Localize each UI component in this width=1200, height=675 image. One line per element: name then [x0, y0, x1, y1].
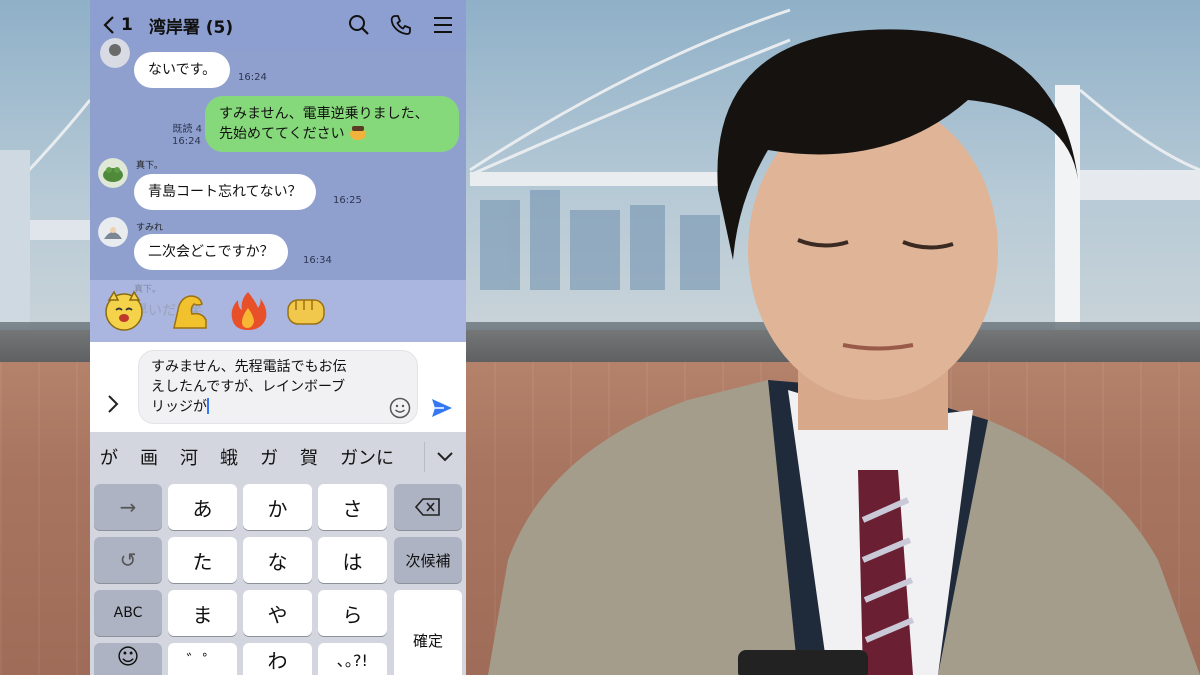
message-input[interactable]: すみません、先程電話でもお伝 えしたんですが、レインボーブ リッジが	[138, 350, 418, 424]
message-time: 16:34	[303, 255, 332, 266]
key-sa[interactable]: さ	[318, 484, 387, 530]
flexing-arm-sticker[interactable]	[168, 288, 212, 332]
fire-sticker[interactable]	[226, 288, 270, 332]
avatar[interactable]	[100, 38, 130, 68]
backspace-icon	[415, 498, 440, 516]
input-text: すみません、先程電話でもお伝 えしたんですが、レインボーブ リッジが	[151, 359, 347, 415]
call-button[interactable]	[390, 14, 412, 36]
message-bubble[interactable]: 青島コート忘れてない？	[134, 174, 316, 210]
undo-key[interactable]: ↺	[94, 537, 162, 583]
message-list[interactable]: ないです。 16:24 すみません、電車逆乗りました、 先始めててください 既読…	[90, 38, 466, 280]
next-candidate-key[interactable]: 次候補	[394, 537, 462, 583]
man-looking-at-phone-image	[488, 29, 1200, 675]
message-line: すみません、電車逆乗りました、	[219, 106, 429, 122]
my-message-bubble[interactable]: すみません、電車逆乗りました、 先始めててください	[205, 96, 459, 152]
emoji-key[interactable]: ☺	[94, 643, 162, 675]
candidate[interactable]: ガ	[260, 444, 278, 470]
abc-key[interactable]: ABC	[94, 590, 162, 636]
phone-screen: 1 湾岸署 (5) ないです。 16:24 すみません、電車逆乗りました、 先始…	[90, 0, 466, 675]
candidate[interactable]: 画	[140, 444, 158, 470]
key-ta[interactable]: た	[168, 537, 237, 583]
search-icon	[349, 15, 369, 35]
key-ra[interactable]: ら	[318, 590, 387, 636]
menu-icon	[434, 17, 452, 33]
message-bubble[interactable]: ないです。	[134, 52, 231, 88]
text-caret	[207, 398, 209, 414]
phone-icon	[390, 15, 411, 35]
chat-header: 1 湾岸署 (5)	[90, 0, 466, 50]
key-ya[interactable]: や	[243, 590, 312, 636]
candidate[interactable]: 賀	[300, 444, 318, 470]
sender-name: すみれ	[136, 223, 164, 233]
dakuten-key[interactable]: ゛゜	[168, 643, 237, 675]
unread-count: 1	[121, 15, 133, 35]
bowing-emoji-icon	[350, 126, 367, 140]
key-na[interactable]: な	[243, 537, 312, 583]
message-line: 先始めててください	[219, 126, 345, 142]
key-ma[interactable]: ま	[168, 590, 237, 636]
fist-sticker[interactable]	[284, 288, 328, 332]
sticker-suggestion-bar: 真下。 早いだろ笑	[90, 280, 466, 342]
confirm-key[interactable]: 確定	[394, 590, 462, 675]
avatar[interactable]	[98, 158, 128, 188]
next-char-key[interactable]: →	[94, 484, 162, 530]
candidate[interactable]: が	[100, 444, 118, 470]
conversion-candidates: が 画 河 蛾 ガ 賀 ガンに	[90, 432, 466, 482]
key-wa[interactable]: わ	[243, 643, 312, 675]
message-time: 16:24	[238, 72, 267, 83]
menu-button[interactable]	[432, 14, 454, 36]
expand-candidates-button[interactable]	[424, 442, 464, 472]
chevron-left-icon	[103, 16, 114, 34]
chat-title: 湾岸署 (5)	[148, 17, 234, 38]
search-button[interactable]	[348, 14, 370, 36]
candidate[interactable]: ガンに	[340, 444, 394, 470]
message-bubble[interactable]: 二次会どこですか？	[134, 234, 288, 270]
key-ka[interactable]: か	[243, 484, 312, 530]
candidate[interactable]: 蛾	[220, 444, 238, 470]
avatar[interactable]	[98, 217, 128, 247]
smiling-cat-sticker[interactable]	[102, 288, 146, 332]
key-a[interactable]: あ	[168, 484, 237, 530]
chevron-right-icon[interactable]	[106, 394, 120, 414]
candidate[interactable]: 河	[180, 444, 198, 470]
flick-keyboard: → あ か さ ↺ た な は 次候補 ABC ま や ら 確定 ☺ ゛゜ わ …	[90, 482, 466, 675]
message-time: 16:25	[333, 195, 362, 206]
back-button[interactable]: 1	[102, 15, 133, 35]
send-icon[interactable]	[430, 396, 454, 420]
backspace-key[interactable]	[394, 484, 462, 530]
chevron-down-icon	[436, 452, 453, 462]
sender-name: 真下。	[136, 161, 164, 171]
punctuation-key[interactable]: ､｡?!	[318, 643, 387, 675]
message-time: 16:24	[172, 136, 201, 147]
emoji-icon[interactable]	[389, 397, 411, 419]
read-receipt: 既読 4	[172, 124, 202, 135]
key-ha[interactable]: は	[318, 537, 387, 583]
message-input-area: すみません、先程電話でもお伝 えしたんですが、レインボーブ リッジが	[90, 342, 466, 432]
